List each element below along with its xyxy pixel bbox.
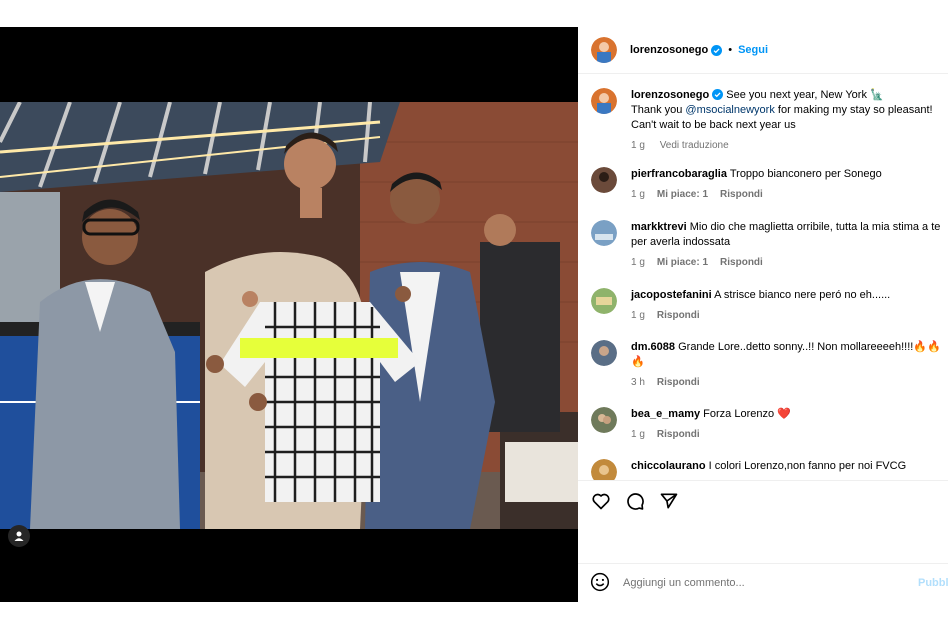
reply-button[interactable]: Rispondi xyxy=(657,310,700,321)
comment-time[interactable]: 1 g xyxy=(631,429,645,440)
comment-username[interactable]: jacopostefanini xyxy=(631,289,712,301)
mention-link[interactable]: @msocialnewyork xyxy=(685,104,774,116)
reply-button[interactable]: Rispondi xyxy=(657,377,700,388)
like-button[interactable] xyxy=(591,491,611,511)
caption-time[interactable]: 1 g xyxy=(631,140,645,151)
comment-item: bea_e_mamy Forza Lorenzo ❤️ 1 g Rispondi xyxy=(591,407,941,441)
post-author-username[interactable]: lorenzosonego xyxy=(630,44,708,56)
avatar[interactable] xyxy=(591,220,617,246)
comment-text: I colori Lorenzo,non fanno per noi FVCG xyxy=(708,460,907,472)
comment-likes[interactable]: Mi piace: 1 xyxy=(657,257,708,268)
avatar[interactable] xyxy=(591,167,617,193)
comment-time[interactable]: 1 g xyxy=(631,189,645,200)
caption-line1: See you next year, New York 🗽 xyxy=(726,89,884,101)
reply-button[interactable]: Rispondi xyxy=(720,189,763,200)
comment-item: pierfrancobaraglia Troppo bianconero per… xyxy=(591,167,941,201)
share-button[interactable] xyxy=(659,491,679,511)
emoji-icon xyxy=(590,572,610,591)
comment-item: dm.6088 Grande Lore..detto sonny..!! Non… xyxy=(591,340,941,389)
comment-username[interactable]: bea_e_mamy xyxy=(631,408,700,420)
see-translation-button[interactable]: Vedi traduzione xyxy=(660,140,729,151)
post-media[interactable] xyxy=(0,27,578,602)
comment-text: Troppo bianconero per Sonego xyxy=(729,168,882,180)
comment-bubble-icon xyxy=(627,492,644,510)
comment-username[interactable]: pierfrancobaraglia xyxy=(631,168,727,180)
add-comment-input[interactable]: Aggiungi un commento... xyxy=(623,577,918,589)
comment-text: A strisce bianco nere peró no eh...... xyxy=(714,289,891,301)
avatar[interactable] xyxy=(591,37,617,63)
comment-likes[interactable]: Mi piace: 1 xyxy=(657,189,708,200)
caption: lorenzosonego See you next year, New Yor… xyxy=(591,88,941,152)
comment-time[interactable]: 1 g xyxy=(631,310,645,321)
verified-badge-icon xyxy=(711,44,723,56)
comment-item: markktrevi Mio dio che maglietta orribil… xyxy=(591,220,941,269)
post-actions-bar xyxy=(578,480,948,520)
avatar[interactable] xyxy=(591,459,617,480)
avatar[interactable] xyxy=(591,288,617,314)
post-side-panel: lorenzosonego • Segui lorenzosonego See … xyxy=(578,27,948,602)
comments-list[interactable]: lorenzosonego See you next year, New Yor… xyxy=(578,75,948,480)
reply-button[interactable]: Rispondi xyxy=(657,429,700,440)
publish-button[interactable]: Pubblica xyxy=(918,577,948,589)
comment-item: jacopostefanini A strisce bianco nere pe… xyxy=(591,288,941,322)
comment-text: Grande Lore..detto sonny..!! Non mollare… xyxy=(631,341,941,368)
avatar[interactable] xyxy=(591,88,617,114)
caption-meta: 1 g Vedi traduzione xyxy=(631,139,941,152)
separator-dot: • xyxy=(728,44,733,56)
caption-username[interactable]: lorenzosonego xyxy=(631,89,709,101)
post-photo xyxy=(0,102,578,529)
caption-thanks-prefix: Thank you xyxy=(631,104,686,116)
comment-item: chiccolaurano I colori Lorenzo,non fanno… xyxy=(591,459,941,480)
heart-icon xyxy=(592,493,610,509)
reply-button[interactable]: Rispondi xyxy=(720,257,763,268)
post-header: lorenzosonego • Segui xyxy=(578,27,948,74)
user-icon xyxy=(14,531,24,541)
comment-username[interactable]: dm.6088 xyxy=(631,341,675,353)
send-icon xyxy=(660,493,678,508)
tagged-users-button[interactable] xyxy=(8,525,30,547)
comment-username[interactable]: chiccolaurano xyxy=(631,460,706,472)
comment-time[interactable]: 1 g xyxy=(631,257,645,268)
avatar[interactable] xyxy=(591,340,617,366)
verified-badge-icon xyxy=(712,89,724,100)
add-comment-bar: Aggiungi un commento... Pubblica xyxy=(578,563,948,602)
avatar[interactable] xyxy=(591,407,617,433)
comment-time[interactable]: 3 h xyxy=(631,377,645,388)
comment-text: Forza Lorenzo ❤️ xyxy=(703,408,791,420)
follow-button[interactable]: Segui xyxy=(738,44,768,56)
comment-button[interactable] xyxy=(625,491,645,511)
emoji-button[interactable] xyxy=(590,572,610,595)
comment-username[interactable]: markktrevi xyxy=(631,221,687,233)
